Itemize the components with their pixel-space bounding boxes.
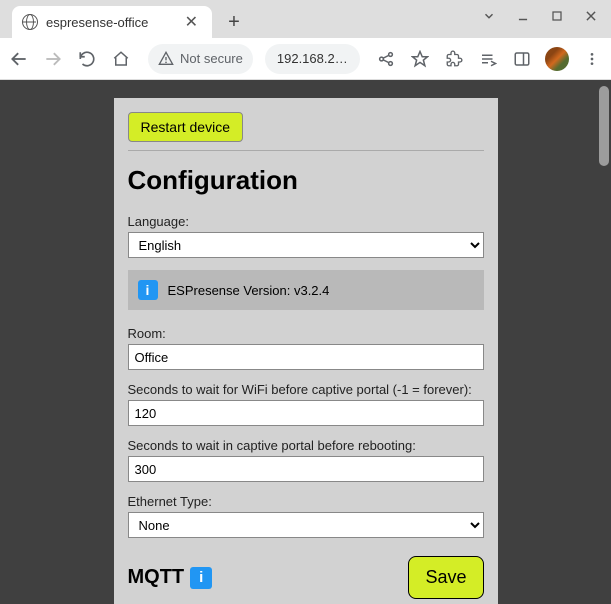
window-titlebar: espresense-office ✕ + — [0, 0, 611, 38]
ethernet-label: Ethernet Type: — [128, 494, 484, 509]
browser-tab[interactable]: espresense-office ✕ — [12, 6, 212, 38]
portal-timeout-label: Seconds to wait in captive portal before… — [128, 438, 484, 453]
room-field: Room: — [128, 326, 484, 370]
warning-icon — [158, 51, 174, 67]
divider — [128, 150, 484, 151]
mqtt-section-header: MQTT i Save — [128, 556, 484, 599]
version-text: ESPresense Version: v3.2.4 — [168, 283, 330, 298]
info-icon[interactable]: i — [190, 567, 212, 589]
browser-toolbar: Not secure 192.168.2… — [0, 38, 611, 80]
version-info: i ESPresense Version: v3.2.4 — [128, 270, 484, 310]
room-label: Room: — [128, 326, 484, 341]
tab-title: espresense-office — [46, 15, 173, 30]
menu-icon[interactable] — [581, 48, 603, 70]
security-label: Not secure — [180, 51, 243, 66]
wifi-timeout-input[interactable] — [128, 400, 484, 426]
close-tab-button[interactable]: ✕ — [181, 12, 202, 32]
extensions-icon[interactable] — [443, 48, 465, 70]
address-bar[interactable]: 192.168.2… — [265, 44, 360, 74]
info-icon: i — [138, 280, 158, 300]
share-icon[interactable] — [375, 48, 397, 70]
wifi-timeout-field: Seconds to wait for WiFi before captive … — [128, 382, 484, 426]
maximize-button[interactable] — [545, 4, 569, 28]
profile-avatar[interactable] — [545, 47, 569, 71]
back-button[interactable] — [8, 48, 30, 70]
portal-timeout-input[interactable] — [128, 456, 484, 482]
bookmark-icon[interactable] — [409, 48, 431, 70]
page-title: Configuration — [128, 165, 484, 196]
minimize-button[interactable] — [511, 4, 535, 28]
new-tab-button[interactable]: + — [220, 8, 248, 36]
url-text: 192.168.2… — [277, 51, 348, 66]
home-button[interactable] — [110, 48, 132, 70]
ethernet-select[interactable]: None — [128, 512, 484, 538]
reload-button[interactable] — [76, 48, 98, 70]
language-label: Language: — [128, 214, 484, 229]
media-icon[interactable] — [477, 48, 499, 70]
mqtt-heading: MQTT — [128, 566, 185, 589]
restart-device-button[interactable]: Restart device — [128, 112, 243, 142]
portal-timeout-field: Seconds to wait in captive portal before… — [128, 438, 484, 482]
sidepanel-icon[interactable] — [511, 48, 533, 70]
room-input[interactable] — [128, 344, 484, 370]
wifi-timeout-label: Seconds to wait for WiFi before captive … — [128, 382, 484, 397]
language-select[interactable]: English — [128, 232, 484, 258]
config-panel: Restart device Configuration Language: E… — [114, 98, 498, 604]
scrollbar-thumb[interactable] — [599, 86, 609, 166]
ethernet-field: Ethernet Type: None — [128, 494, 484, 538]
save-button[interactable]: Save — [408, 556, 483, 599]
chevron-down-icon[interactable] — [477, 4, 501, 28]
security-chip[interactable]: Not secure — [148, 44, 253, 74]
globe-icon — [22, 14, 38, 30]
forward-button[interactable] — [42, 48, 64, 70]
language-field: Language: English — [128, 214, 484, 258]
window-controls — [477, 4, 603, 28]
page-viewport: Restart device Configuration Language: E… — [0, 80, 611, 604]
close-window-button[interactable] — [579, 4, 603, 28]
